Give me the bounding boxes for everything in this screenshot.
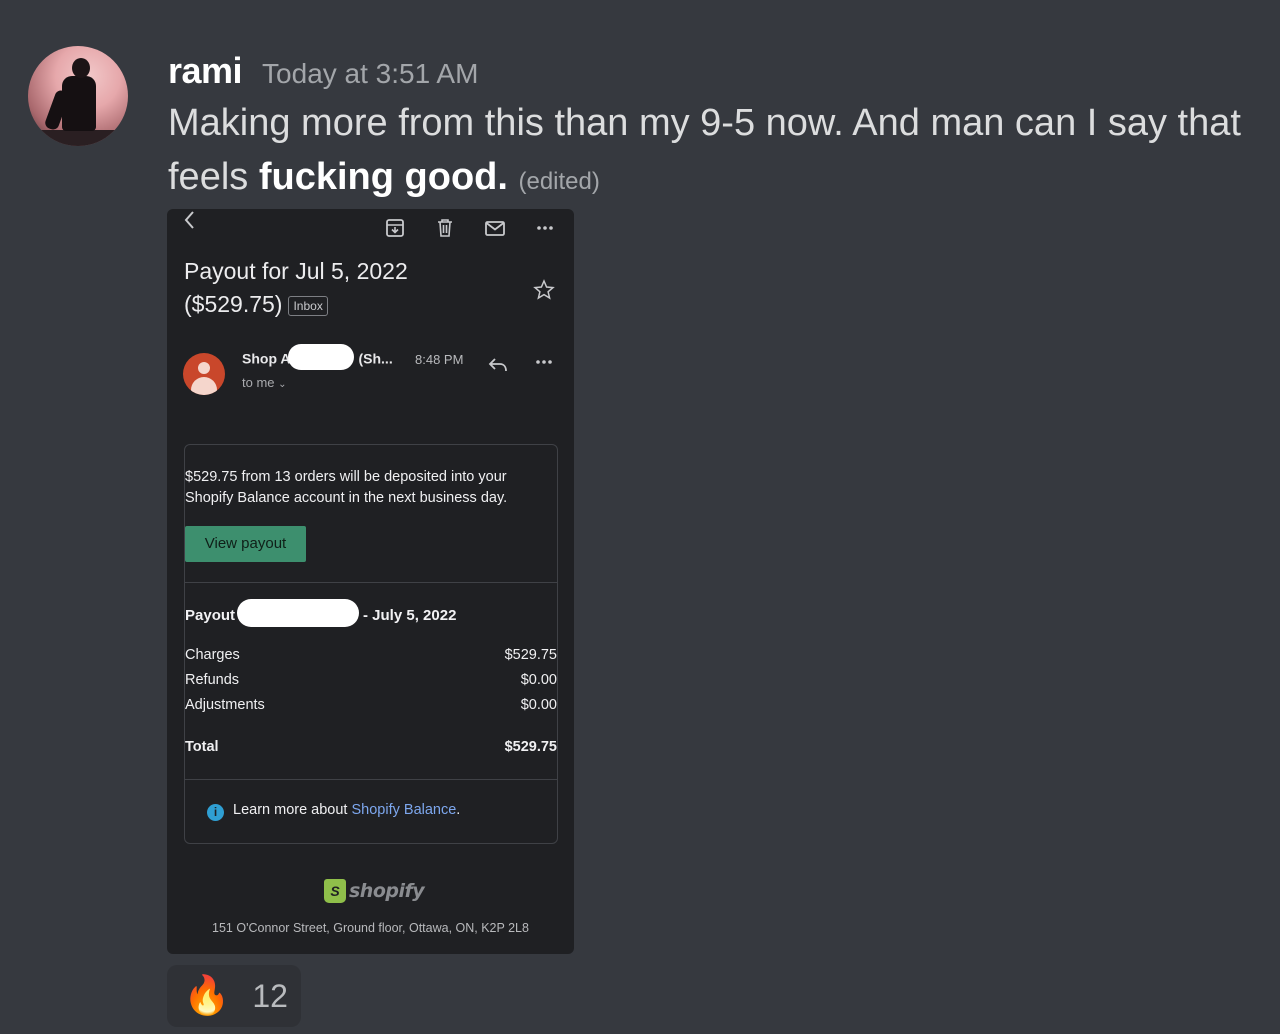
back-icon <box>179 209 201 231</box>
email-subject-line1: Payout for Jul 5, 2022 <box>184 258 408 284</box>
reply-icon <box>487 354 509 382</box>
avatar-figure-body <box>62 76 96 131</box>
total-row: Total $529.75 <box>185 739 557 755</box>
sender-avatar <box>183 353 225 395</box>
adjustments-row: Adjustments $0.00 <box>185 697 557 713</box>
trash-icon <box>434 217 456 239</box>
recipient-label: to me ⌄ <box>242 375 287 390</box>
view-payout-button: View payout <box>185 526 306 562</box>
reaction-count: 12 <box>252 977 288 1014</box>
shopify-logo: S shopify <box>324 877 425 905</box>
star-icon <box>533 279 555 308</box>
email-subject-line2: ($529.75) <box>184 291 283 317</box>
redacted-sender <box>288 344 355 370</box>
email-subject: Payout for Jul 5, 2022 ($529.75) Inbox <box>184 255 408 321</box>
mail-icon <box>484 217 506 239</box>
reaction-button[interactable]: 🔥 12 <box>167 965 301 1027</box>
redacted-payout-id <box>237 599 360 627</box>
message-timestamp[interactable]: Today at 3:51 AM <box>262 58 478 90</box>
more-icon <box>534 217 556 239</box>
row-label: Adjustments <box>185 697 265 713</box>
deposit-text: $529.75 from 13 orders will be deposited… <box>185 469 508 506</box>
total-value: $529.75 <box>504 739 557 755</box>
shopify-wordmark: shopify <box>349 880 425 902</box>
message-header: rami Today at 3:51 AM <box>168 50 478 92</box>
sender-avatar-head <box>198 362 210 374</box>
row-label: Refunds <box>185 672 240 688</box>
message-content: Making more from this than my 9-5 now. A… <box>168 96 1258 209</box>
fire-emoji: 🔥 <box>183 975 231 1017</box>
avatar-floor <box>28 130 128 146</box>
sender-suffix: (Sh... <box>358 350 393 367</box>
charges-row: Charges $529.75 <box>185 647 557 663</box>
email-card: $529.75 from 13 orders will be deposited… <box>184 444 558 844</box>
sender-avatar-body <box>191 377 217 395</box>
row-value: $0.00 <box>520 672 557 688</box>
chevron-down-icon: ⌄ <box>278 379 287 390</box>
username[interactable]: rami <box>168 50 243 92</box>
inbox-badge: Inbox <box>288 295 328 316</box>
email-time: 8:48 PM <box>415 352 464 367</box>
info-icon: i <box>207 804 224 821</box>
divider <box>185 582 557 583</box>
divider <box>185 779 557 780</box>
image-attachment[interactable]: Payout for Jul 5, 2022 ($529.75) Inbox Sh… <box>167 209 574 954</box>
edited-label[interactable]: (edited) <box>518 168 599 195</box>
refunds-row: Refunds $0.00 <box>185 672 557 688</box>
shopify-address: 151 O'Connor Street, Ground floor, Ottaw… <box>212 921 529 935</box>
learn-prefix: Learn more about <box>233 802 348 818</box>
shopify-balance-link: Shopify Balance <box>351 802 457 818</box>
row-value: $529.75 <box>504 647 557 663</box>
archive-icon <box>384 217 406 239</box>
learn-suffix: . <box>456 802 461 818</box>
shopify-bag-icon: S <box>324 879 346 903</box>
payout-date: - July 5, 2022 <box>363 606 457 624</box>
more-icon <box>533 351 555 378</box>
user-avatar[interactable] <box>28 46 128 146</box>
sender-name: Shop A (Sh... <box>242 344 393 370</box>
row-value: $0.00 <box>520 697 557 713</box>
message-bold-text: fucking good. <box>258 156 508 198</box>
total-label: Total <box>185 739 219 755</box>
sender-prefix: Shop A <box>242 350 291 367</box>
payout-heading: Payout - July 5, 2022 <box>185 599 457 627</box>
avatar-figure-head <box>72 58 90 78</box>
row-label: Charges <box>185 647 240 663</box>
learn-more: i Learn more about Shopify Balance. <box>207 802 460 821</box>
recipient-text: to me <box>242 375 275 390</box>
payout-prefix: Payout <box>185 606 236 624</box>
